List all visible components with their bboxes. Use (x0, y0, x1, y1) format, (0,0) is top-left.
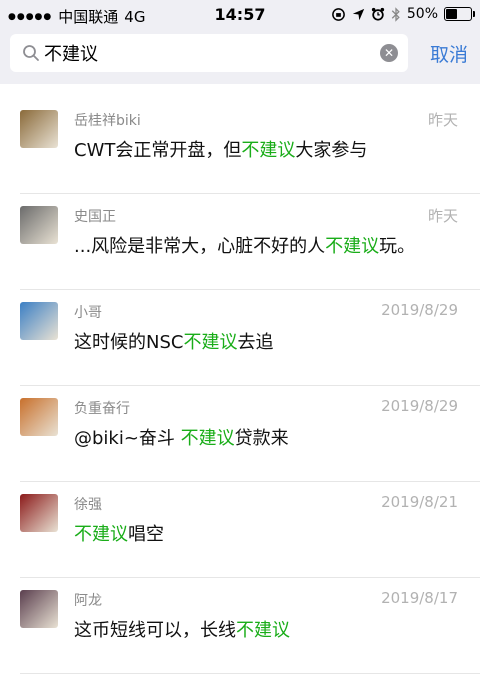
highlighted-keyword: 不建议 (180, 428, 235, 449)
search-row: ✕ 取消 (10, 34, 470, 72)
avatar (20, 110, 58, 148)
message-text: ...风险是非常大，心脏不好的人不建议玩。 (74, 232, 415, 258)
result-item[interactable]: 岳桂祥biki 昨天 CWT会正常开盘，但不建议大家参与 (0, 98, 480, 194)
avatar (20, 590, 58, 628)
message-text: @biki~奋斗 不建议贷款来 (74, 424, 289, 450)
message-date: 2019/8/17 (381, 589, 458, 607)
result-item[interactable]: 徐强 2019/8/21 不建议唱空 (0, 482, 480, 578)
sender-name: 阿龙 (74, 593, 102, 609)
result-item[interactable]: 阿龙 2019/8/17 这币短线可以，长线不建议 (0, 578, 480, 674)
message-date: 2019/8/21 (381, 493, 458, 511)
highlighted-keyword: 不建议 (183, 332, 238, 353)
message-text-before: ...风险是非常大，心脏不好的人 (74, 236, 326, 257)
status-bar: ●●●●● 中国联通 4G 14:57 50% (0, 0, 480, 30)
message-text-after: 去追 (237, 332, 274, 353)
top-area: ●●●●● 中国联通 4G 14:57 50% 不建议 ✕ 取消 (0, 0, 480, 84)
search-box[interactable]: ✕ (10, 34, 408, 72)
sender-name: 史国正 (74, 209, 116, 225)
highlighted-keyword: 不建议 (236, 620, 290, 641)
message-text-after: 贷款来 (234, 428, 289, 449)
message-text: 这时候的NSC不建议去追 (74, 328, 273, 354)
sender-name: 小哥 (74, 305, 102, 321)
location-arrow-icon (352, 8, 365, 20)
bluetooth-icon (391, 6, 400, 22)
message-text-before: @biki~奋斗 (74, 428, 181, 449)
sender-name: 负重奋行 (74, 401, 130, 417)
message-text-after: 大家参与 (295, 140, 368, 161)
message-text: CWT会正常开盘，但不建议大家参与 (74, 136, 367, 162)
message-date: 昨天 (427, 111, 458, 129)
alarm-clock-icon (371, 7, 384, 21)
message-text-before: 这时候的NSC (74, 332, 184, 353)
result-item[interactable]: 史国正 昨天 ...风险是非常大，心脏不好的人不建议玩。 (0, 194, 480, 290)
battery-level (446, 9, 457, 19)
status-right: 50% (331, 6, 475, 22)
orientation-lock-icon (332, 7, 345, 21)
clear-search-icon[interactable]: ✕ (380, 44, 398, 62)
message-text-before: CWT会正常开盘，但 (74, 140, 242, 161)
sender-name: 岳桂祥biki (74, 113, 141, 129)
avatar (20, 302, 58, 340)
highlighted-keyword: 不建议 (325, 236, 380, 257)
highlighted-keyword: 不建议 (241, 140, 296, 161)
search-icon (23, 45, 39, 61)
cancel-button[interactable]: 取消 (430, 40, 468, 67)
message-text: 这币短线可以，长线不建议 (74, 616, 290, 642)
search-input[interactable] (44, 34, 374, 72)
battery-icon (444, 7, 475, 21)
result-item[interactable]: 负重奋行 2019/8/29 @biki~奋斗 不建议贷款来 (0, 386, 480, 482)
sender-name: 徐强 (74, 497, 102, 513)
avatar (20, 206, 58, 244)
message-text-before: 这币短线可以，长线 (74, 620, 236, 641)
search-results-list: 岳桂祥biki 昨天 CWT会正常开盘，但不建议大家参与 史国正 昨天 ...风险是非常大… (0, 84, 480, 677)
result-item[interactable]: 小哥 2019/8/29 这时候的NSC不建议去追 (0, 290, 480, 386)
highlighted-keyword: 不建议 (74, 524, 128, 545)
message-text: 不建议唱空 (74, 520, 164, 546)
avatar (20, 398, 58, 436)
message-date: 2019/8/29 (381, 397, 458, 415)
message-text-after: 唱空 (128, 524, 164, 545)
avatar (20, 494, 58, 532)
message-date: 2019/8/29 (381, 301, 458, 319)
message-text-after: 玩。 (379, 236, 416, 257)
message-date: 昨天 (427, 207, 458, 225)
battery-percent: 50% (406, 6, 438, 22)
